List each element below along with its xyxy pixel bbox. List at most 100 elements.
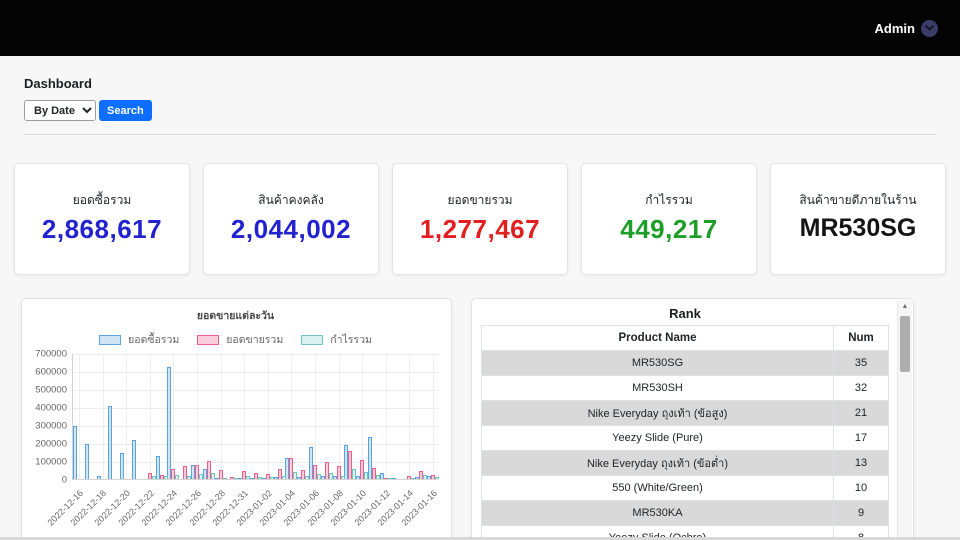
- h-gridline: [73, 372, 438, 373]
- product-name-cell: 550 (White/Green): [481, 475, 834, 501]
- num-cell: 35: [833, 350, 889, 376]
- bar-กำไรรวม-2023-01-12: [387, 478, 392, 479]
- product-name-cell: Nike Everyday ถุงเท้า (ข้อต่ำ): [481, 450, 834, 476]
- h-gridline: [73, 408, 438, 409]
- bar-กำไรรวม-2022-12-25: [187, 476, 192, 479]
- bar-กำไรรวม-2023-01-01: [258, 477, 262, 479]
- num-cell: 17: [833, 425, 889, 451]
- v-gridline: [102, 354, 104, 479]
- rank-scrollbar[interactable]: ▲ ▼: [897, 300, 912, 540]
- bar-ยอดซื้อรวม-2022-12-18: [96, 476, 101, 479]
- bar-กำไรรวม-2023-01-14: [411, 478, 416, 479]
- stat-card-1: สินค้าคงคลัง 2,044,002: [203, 163, 379, 275]
- bar-กำไรรวม-2023-01-15: [423, 475, 428, 479]
- h-gridline: [73, 354, 438, 355]
- rank-table-row: MR530KA 9: [481, 500, 889, 526]
- v-gridline: [338, 354, 340, 479]
- bar-ยอดซื้อรวม-2022-12-17: [84, 444, 89, 479]
- y-axis-tick: 300000: [35, 420, 67, 432]
- num-cell: 9: [833, 500, 889, 526]
- legend-item[interactable]: ยอดซื้อรวม: [99, 331, 179, 348]
- bar-กำไรรวม-2022-12-27: [210, 473, 215, 479]
- stat-card-label: ยอดขายรวม: [447, 193, 513, 207]
- v-gridline: [126, 354, 128, 479]
- product-name-cell: MR530SH: [481, 375, 834, 401]
- legend-item[interactable]: ยอดขายรวม: [197, 331, 283, 348]
- stat-card-3: กำไรรวม 449,217: [581, 163, 757, 275]
- scrollbar-thumb[interactable]: [900, 316, 910, 372]
- chart-body: 0 100000 200000 300000 400000 500000 600000 700…: [30, 349, 441, 532]
- admin-menu[interactable]: Admin: [874, 19, 938, 37]
- num-cell: 10: [833, 475, 889, 501]
- bar-กำไรรวม-2022-12-26: [198, 474, 203, 479]
- v-gridline: [244, 354, 246, 479]
- legend-item[interactable]: กำไรรวม: [301, 331, 372, 348]
- stat-card-4: สินค้าขายดีภายในร้าน MR530SG: [770, 163, 946, 275]
- bar-กำไรรวม-2023-01-05: [305, 476, 310, 479]
- chevron-down-icon[interactable]: [921, 19, 938, 37]
- bar-กำไรรวม-2022-12-22: [151, 476, 156, 479]
- bar-กำไรรวม-2022-12-31: [246, 476, 251, 479]
- bar-ยอดซื้อรวม-2022-12-24: [167, 367, 172, 479]
- v-gridline: [267, 354, 269, 479]
- bar-กำไรรวม-2023-01-16: [435, 477, 440, 479]
- bar-ยอดซื้อรวม-2023-01-13: [391, 478, 396, 479]
- v-gridline: [173, 354, 175, 479]
- rank-table: Product Name Num MR530SG 35 MR530SH 32 Nike …: [481, 325, 889, 540]
- stat-card-0: ยอดซื้อรวม 2,868,617: [14, 163, 190, 275]
- rank-table-row: Nike Everyday ถุงเท้า (ข้อต่ำ) 13: [481, 450, 889, 476]
- h-gridline: [73, 390, 438, 391]
- filter-select[interactable]: By Date: [24, 100, 96, 121]
- admin-label: Admin: [874, 20, 915, 36]
- v-gridline: [409, 354, 411, 479]
- chart-plot-area: [72, 354, 440, 480]
- bar-ยอดซื้อรวม-2022-12-19: [108, 406, 113, 479]
- top-navbar: Admin: [0, 0, 960, 56]
- rank-table-row: MR530SG 35: [481, 350, 889, 376]
- search-button[interactable]: Search: [99, 100, 152, 121]
- rank-card: Rank Product Name Num MR530SG 35 MR530SH 32…: [471, 298, 914, 540]
- chart-y-axis: 0 100000 200000 300000 400000 500000 600000 700…: [30, 349, 72, 486]
- stat-card-2: ยอดขายรวม 1,277,467: [392, 163, 568, 275]
- y-axis-tick: 700000: [35, 348, 67, 360]
- num-cell: 32: [833, 375, 889, 401]
- bar-ยอดซื้อรวม-2022-12-16: [72, 426, 77, 479]
- scroll-up-icon[interactable]: ▲: [898, 303, 912, 310]
- h-gridline: [73, 462, 438, 463]
- y-axis-tick: 200000: [35, 438, 67, 450]
- bar-กำไรรวม-2023-01-04: [293, 472, 298, 479]
- v-gridline: [385, 354, 387, 479]
- product-name-cell: MR530KA: [481, 500, 834, 526]
- stat-card-label: กำไรรวม: [645, 193, 693, 207]
- bar-กำไรรวม-2023-01-02: [269, 477, 274, 479]
- v-gridline: [78, 354, 80, 479]
- y-axis-tick: 600000: [35, 366, 67, 378]
- stat-card-value: MR530SG: [799, 214, 917, 242]
- y-axis-tick: 400000: [35, 402, 67, 414]
- bar-กำไรรวม-2023-01-10: [364, 472, 369, 479]
- y-axis-tick: 100000: [35, 456, 67, 468]
- product-name-cell: MR530SG: [481, 350, 834, 376]
- stat-card-label: สินค้าคงคลัง: [258, 193, 324, 207]
- v-gridline: [149, 354, 151, 479]
- bar-กำไรรวม-2023-01-11: [376, 475, 381, 479]
- h-gridline: [73, 444, 438, 445]
- product-name-cell: Yeezy Slide (Pure): [481, 425, 834, 451]
- page-title: Dashboard: [24, 76, 92, 91]
- chart-title: ยอดขายแต่ละวัน: [196, 310, 275, 322]
- num-cell: 21: [833, 400, 889, 426]
- legend-label: ยอดขายรวม: [226, 334, 284, 346]
- y-axis-tick: 0: [61, 474, 67, 486]
- filter-controls: By Date Search: [24, 100, 936, 121]
- legend-swatch: [197, 334, 220, 345]
- num-cell: 13: [833, 450, 889, 476]
- rank-table-row: Nike Everyday ถุงเท้า (ข้อสูง) 21: [481, 400, 889, 426]
- bar-กำไรรวม-2022-12-30: [234, 478, 239, 479]
- bar-กำไรรวม-2023-01-08: [340, 476, 345, 479]
- y-axis-tick: 500000: [35, 384, 67, 396]
- stat-card-label: สินค้าขายดีภายในร้าน: [799, 193, 917, 207]
- bar-กำไรรวม-2022-12-24: [175, 475, 180, 479]
- stat-card-label: ยอดซื้อรวม: [72, 193, 132, 207]
- v-gridline: [196, 354, 198, 479]
- divider: [24, 134, 936, 135]
